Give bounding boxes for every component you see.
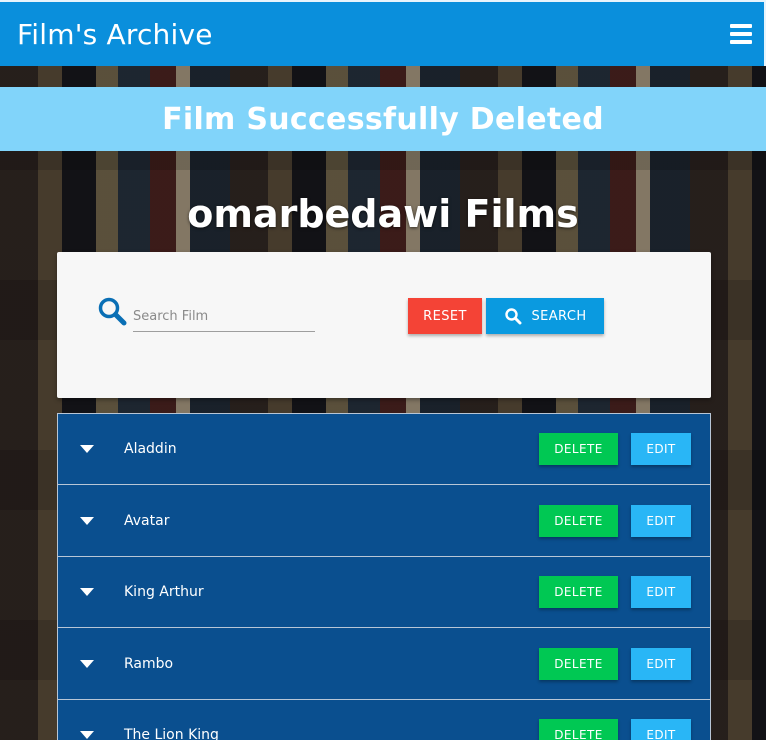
film-row[interactable]: Avatar DELETE EDIT: [58, 486, 710, 557]
delete-button[interactable]: DELETE: [539, 576, 618, 608]
edit-button[interactable]: EDIT: [631, 433, 691, 465]
search-button[interactable]: SEARCH: [486, 298, 604, 334]
delete-button[interactable]: DELETE: [539, 648, 618, 680]
edit-button[interactable]: EDIT: [631, 648, 691, 680]
page-title: omarbedawi Films: [187, 192, 579, 236]
film-list: Aladdin DELETE EDIT Avatar DELETE EDIT K…: [57, 413, 711, 740]
search-icon: [98, 297, 127, 326]
alert-message: Film Successfully Deleted: [162, 101, 604, 137]
top-app-bar: Film's Archive: [0, 0, 766, 66]
film-row[interactable]: Aladdin DELETE EDIT: [58, 414, 710, 485]
hamburger-menu-icon[interactable]: [730, 24, 752, 44]
search-film-input[interactable]: [133, 302, 315, 332]
film-title: Rambo: [124, 656, 174, 672]
edit-button[interactable]: EDIT: [631, 505, 691, 537]
caret-down-icon[interactable]: [80, 517, 94, 525]
edit-button[interactable]: EDIT: [631, 576, 691, 608]
film-title: Avatar: [124, 513, 170, 529]
caret-down-icon[interactable]: [80, 660, 94, 668]
reset-button[interactable]: RESET: [408, 298, 482, 334]
delete-button[interactable]: DELETE: [539, 719, 618, 740]
reset-button-label: RESET: [423, 308, 467, 324]
film-row[interactable]: The Lion King DELETE EDIT: [58, 700, 710, 740]
film-title: The Lion King: [124, 727, 219, 740]
edit-button[interactable]: EDIT: [631, 719, 691, 740]
delete-button[interactable]: DELETE: [539, 433, 618, 465]
film-title: King Arthur: [124, 584, 204, 600]
film-row[interactable]: King Arthur DELETE EDIT: [58, 557, 710, 628]
search-card: RESET SEARCH: [57, 252, 711, 398]
film-title: Aladdin: [124, 441, 177, 457]
search-button-label: SEARCH: [531, 308, 587, 324]
app-title: Film's Archive: [17, 17, 213, 51]
caret-down-icon[interactable]: [80, 445, 94, 453]
film-row[interactable]: Rambo DELETE EDIT: [58, 629, 710, 700]
success-alert-banner: Film Successfully Deleted: [0, 87, 766, 151]
caret-down-icon[interactable]: [80, 588, 94, 596]
caret-down-icon[interactable]: [80, 731, 94, 739]
delete-button[interactable]: DELETE: [539, 505, 618, 537]
search-icon: [504, 308, 521, 325]
